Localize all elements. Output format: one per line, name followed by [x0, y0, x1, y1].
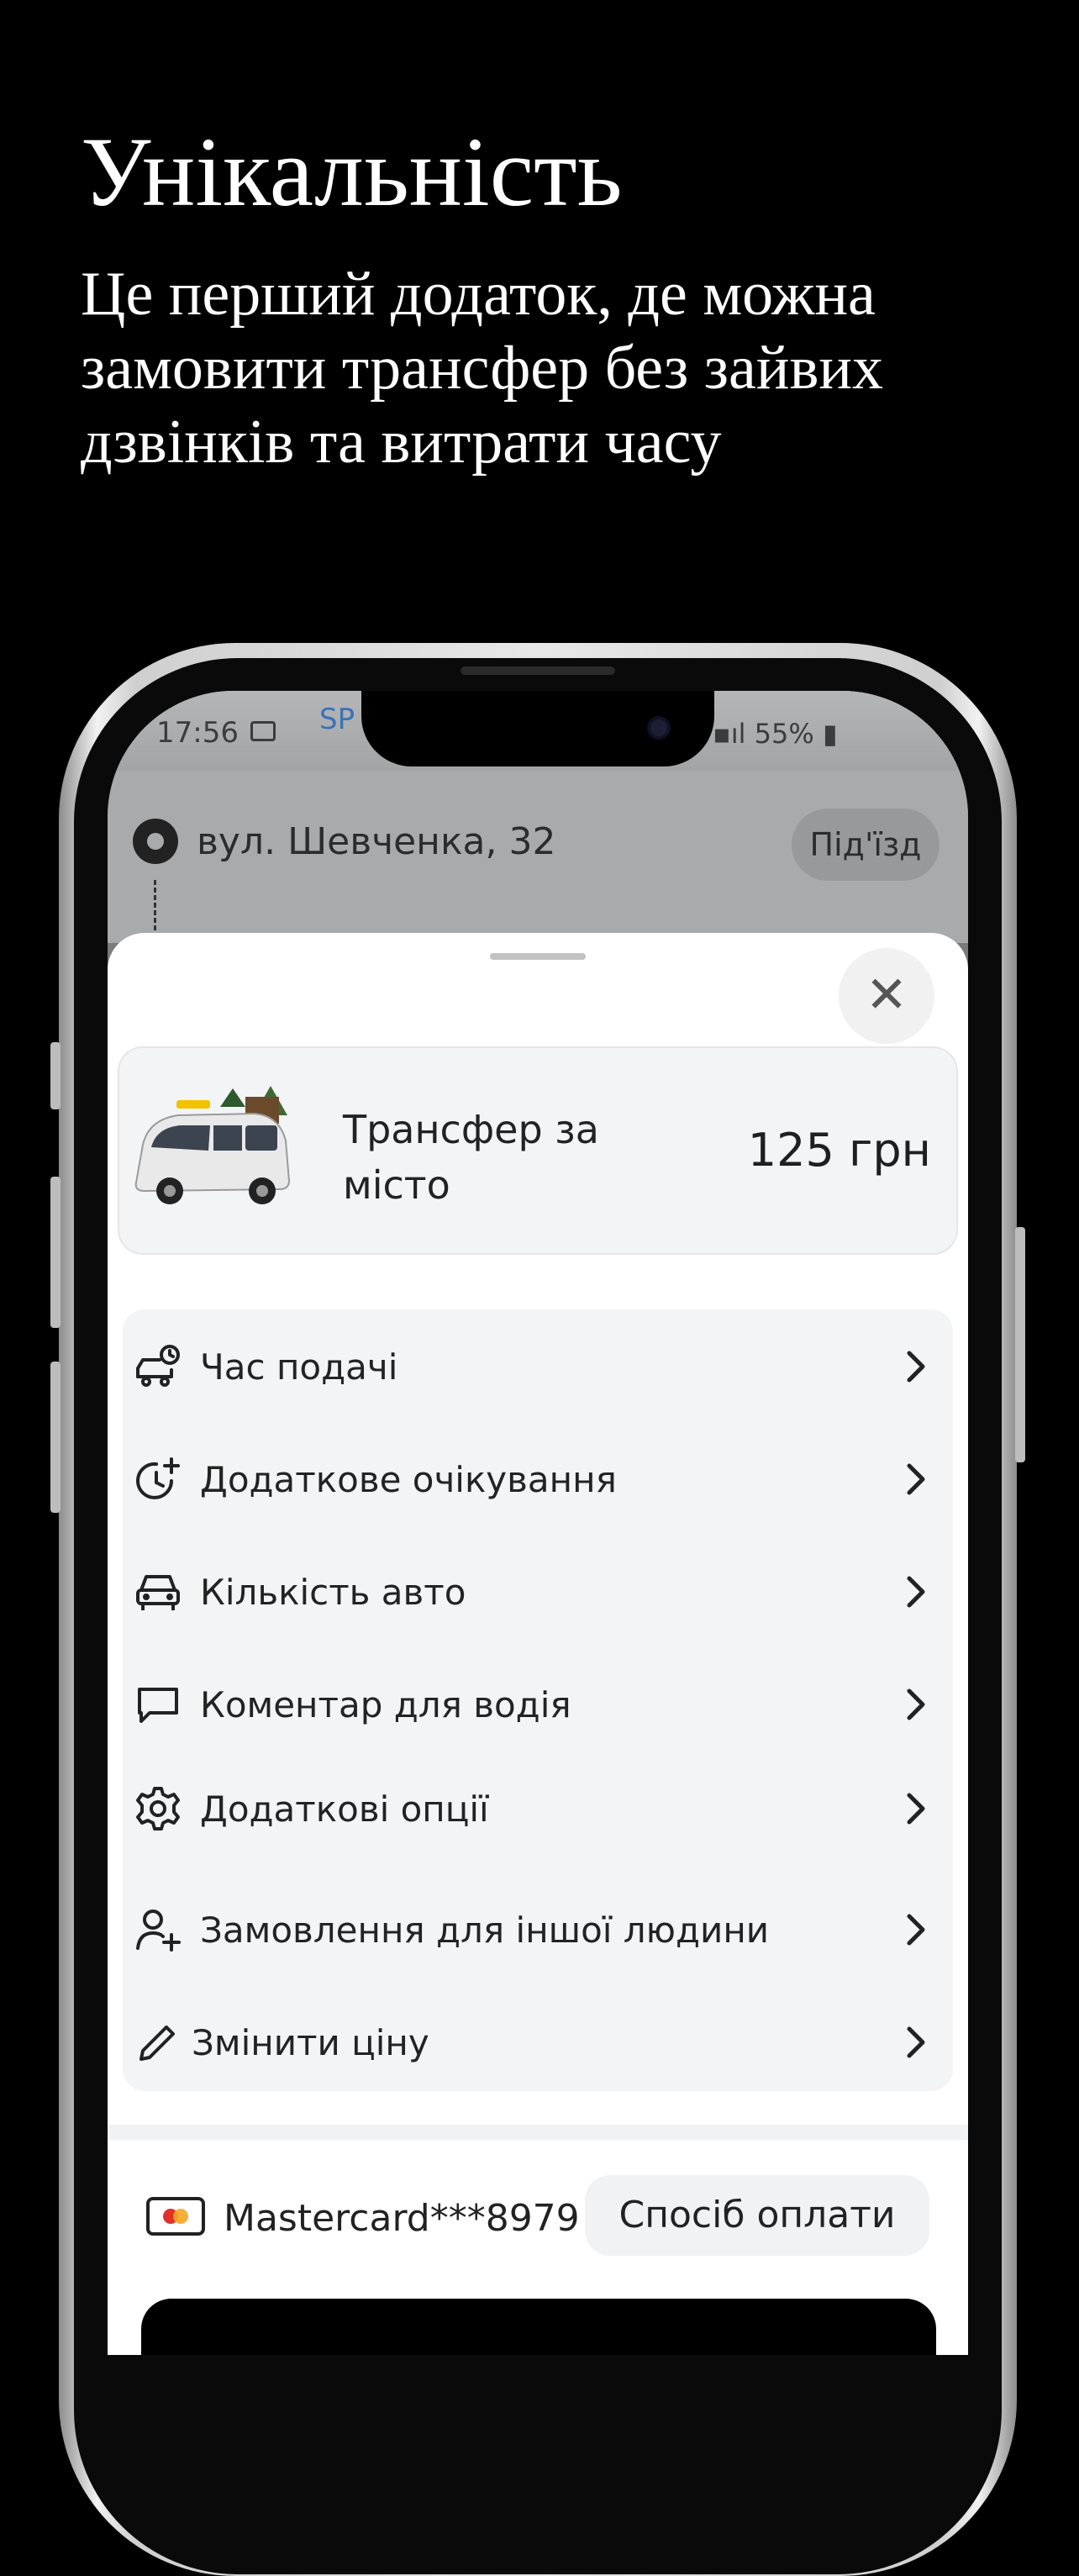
- chevron-right-icon: [907, 2026, 925, 2058]
- section-divider: [108, 2125, 968, 2140]
- phone-volume-down-button: [50, 1362, 61, 1513]
- mastercard-icon: [146, 2197, 205, 2236]
- user-plus-icon: [136, 1910, 181, 1952]
- chevron-right-icon: [907, 1576, 925, 1608]
- image-notification-icon: [250, 721, 276, 741]
- payment-row: Mastercard***8979 Спосіб оплати: [108, 2167, 968, 2259]
- battery-percent: 55%: [754, 718, 814, 750]
- status-time: 17:56: [156, 716, 239, 750]
- route-line: [154, 880, 156, 930]
- chevron-right-icon: [907, 1463, 925, 1495]
- minivan-icon: [134, 1086, 291, 1204]
- option-car-count[interactable]: Кількість авто: [123, 1545, 953, 1637]
- car-icon: [136, 1575, 180, 1610]
- phone-speaker: [461, 666, 615, 675]
- order-sheet: ✕ Трансфер за місто 125 грн Час подачі Д…: [108, 933, 968, 2355]
- sheet-grabber[interactable]: [490, 953, 586, 960]
- pencil-icon: [139, 2026, 175, 2061]
- close-button[interactable]: ✕: [839, 948, 934, 1044]
- front-camera: [647, 716, 671, 740]
- tariff-name: Трансфер за місто: [343, 1107, 599, 1208]
- car-clock-icon: [136, 1345, 180, 1387]
- comment-icon: [138, 1688, 178, 1723]
- tariff-card[interactable]: Трансфер за місто 125 грн: [118, 1046, 958, 1255]
- option-pickup-time[interactable]: Час подачі: [123, 1320, 953, 1412]
- phone-power-button: [1015, 1227, 1025, 1462]
- option-label: Час подачі: [200, 1346, 398, 1388]
- pickup-address: вул. Шевченка, 32: [197, 820, 556, 863]
- payment-card[interactable]: Mastercard***8979: [224, 2197, 580, 2240]
- option-label: Змінити ціну: [192, 2022, 429, 2063]
- map-label: SP: [319, 703, 355, 736]
- option-label: Додаткове очікування: [200, 1459, 617, 1500]
- option-extra-waiting[interactable]: Додаткове очікування: [123, 1432, 953, 1525]
- option-label: Замовлення для іншої людини: [200, 1910, 770, 1951]
- clock-plus-icon: [136, 1457, 180, 1499]
- payment-method-button[interactable]: Спосіб оплати: [585, 2175, 929, 2256]
- option-label: Коментар для водія: [200, 1684, 571, 1725]
- order-options-list: Час подачі Додаткове очікування Кількіст…: [123, 1309, 953, 2091]
- option-extra-options[interactable]: Додаткові опції: [123, 1762, 953, 1854]
- order-button[interactable]: [141, 2299, 936, 2355]
- tariff-price: 125 грн: [747, 1124, 931, 1177]
- pickup-row[interactable]: вул. Шевченка, 32 Під'їзд: [133, 809, 940, 881]
- page-title: Унікальність: [81, 117, 623, 227]
- dynamic-island: [361, 691, 714, 766]
- phone-screen: 17:56 SP ▪ıl 55% ▮ вул. Шевченка, 32 Під…: [108, 691, 968, 2355]
- option-label: Додаткові опції: [200, 1788, 489, 1830]
- phone-volume-up-button: [50, 1177, 61, 1328]
- chevron-right-icon: [907, 1914, 925, 1946]
- option-label: Кількість авто: [200, 1572, 466, 1613]
- page-subtitle: Це перший додаток, де можна замовити тра…: [81, 260, 883, 477]
- chevron-right-icon: [907, 1351, 925, 1383]
- chevron-right-icon: [907, 1688, 925, 1720]
- entrance-button[interactable]: Під'їзд: [792, 809, 940, 881]
- battery-icon: ▮: [813, 718, 838, 750]
- option-driver-comment[interactable]: Коментар для водія: [123, 1657, 953, 1750]
- close-icon: ✕: [865, 966, 908, 1025]
- phone-mute-button: [50, 1042, 61, 1109]
- status-battery: ▪ıl 55% ▮: [713, 718, 838, 750]
- signal-icon: ▪ıl: [713, 718, 755, 750]
- pickup-marker-icon: [133, 819, 178, 864]
- gear-icon: [136, 1787, 180, 1831]
- chevron-right-icon: [907, 1793, 925, 1825]
- option-order-for-other[interactable]: Замовлення для іншої людини: [123, 1883, 953, 1975]
- option-change-price[interactable]: Змінити ціну: [123, 1995, 953, 2088]
